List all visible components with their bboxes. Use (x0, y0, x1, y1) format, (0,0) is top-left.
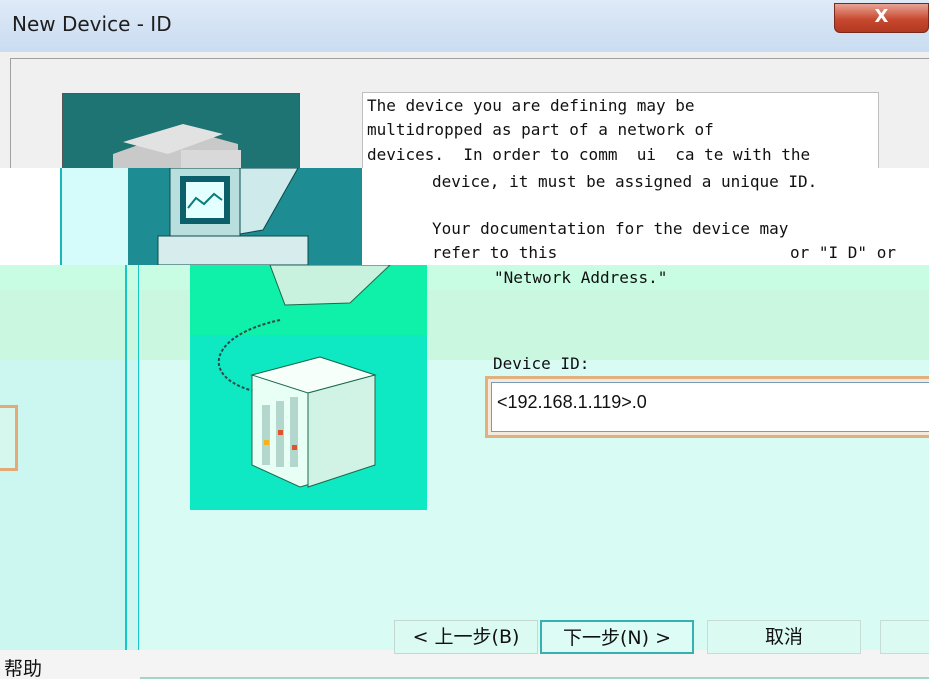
divider-line (125, 265, 127, 679)
device-id-value: <192.168.1.119>.0 (497, 392, 647, 412)
next-button[interactable]: 下一步(N) > (540, 620, 694, 654)
description-line-5: Your documentation for the device may (432, 219, 789, 238)
window-title: New Device - ID (12, 12, 172, 36)
help-label[interactable]: 帮助 (4, 654, 42, 681)
cancel-button[interactable]: 取消 (707, 620, 861, 654)
divider-line (138, 265, 139, 679)
monitor-icon (157, 167, 309, 266)
divider-line (60, 168, 62, 265)
server-rack-icon (190, 264, 427, 488)
glitch-band-left (0, 360, 140, 650)
help-button-partial[interactable] (880, 620, 929, 654)
description-line-1: The device you are defining may be (367, 96, 695, 115)
glitch-band-green-lower (0, 290, 929, 360)
description-line-7: "Network Address." (494, 268, 668, 287)
wizard-illustration (62, 93, 300, 171)
description-line-3: devices. In order to comm ui ca te with … (367, 145, 811, 164)
description-line-6b: or "I D" or (790, 243, 896, 262)
description-line-6: refer to this (432, 243, 558, 262)
description-line-4: device, it must be assigned a unique ID. (432, 172, 818, 191)
close-button[interactable]: X (834, 3, 929, 33)
server-illustration (190, 264, 427, 510)
device-id-label: Device ID: (493, 354, 590, 373)
computer-icon (113, 124, 241, 170)
illustration-slice (128, 167, 362, 266)
back-button[interactable]: < 上一步(B) (394, 620, 538, 654)
description-line-2: multidropped as part of a network of (367, 120, 714, 139)
left-field-fragment (0, 405, 18, 471)
button-bar (0, 650, 929, 679)
